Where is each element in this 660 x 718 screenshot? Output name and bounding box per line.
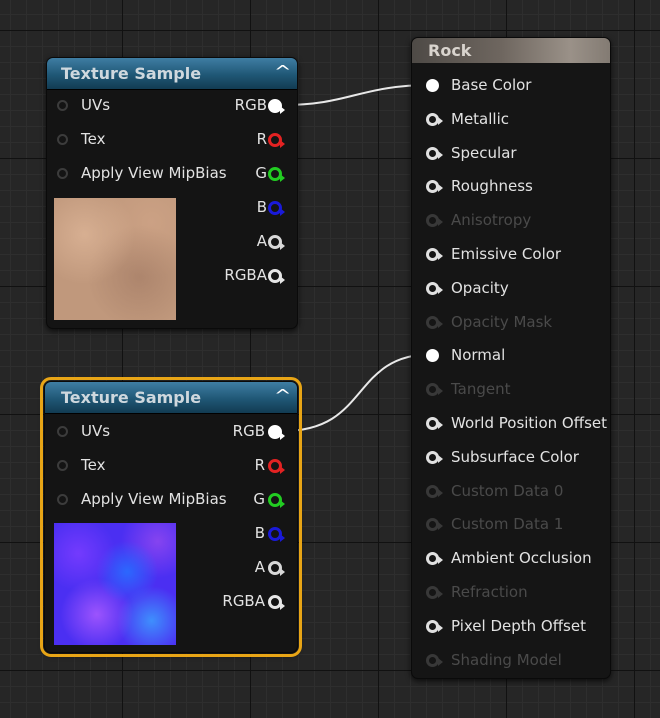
input-pin-icon[interactable] (57, 460, 68, 471)
input-label: Opacity (451, 278, 509, 297)
output-label: RGBA (222, 592, 265, 610)
input-label: Roughness (451, 177, 533, 196)
normal-map-thumbnail (54, 523, 176, 645)
wire-rgb-to-base-color[interactable] (282, 84, 433, 106)
input-pin-icon[interactable] (426, 281, 443, 295)
input-pin-icon[interactable] (426, 349, 439, 363)
collapse-chevron-icon[interactable]: ^ (274, 386, 291, 405)
output-pin-a-icon[interactable] (268, 561, 285, 576)
input-label: Shading Model (451, 650, 562, 669)
input-label: Normal (451, 346, 506, 365)
output-label: G (255, 164, 267, 182)
node-title: Texture Sample (61, 388, 202, 407)
input-pin-icon[interactable] (57, 168, 68, 179)
input-pin-icon (426, 214, 443, 228)
input-label: Custom Data 1 (451, 515, 564, 534)
input-uvs[interactable]: UVs (57, 421, 110, 443)
output-pin-rgba-icon[interactable] (268, 595, 285, 610)
input-pin-icon (426, 586, 443, 599)
output-pin-rgb-icon[interactable] (268, 99, 285, 114)
output-pin-b-icon[interactable] (268, 201, 285, 216)
output-pin-rgba-icon[interactable] (268, 269, 285, 284)
output-label: A (256, 232, 267, 250)
output-label: B (254, 524, 265, 542)
input-pin-icon[interactable] (57, 426, 68, 437)
input-label: Ambient Occlusion (451, 549, 592, 568)
material-node-rock[interactable]: Rock Base Color Metallic Specular Roughness… (411, 37, 611, 679)
output-label: B (256, 198, 267, 216)
input-uvs[interactable]: UVs (57, 95, 110, 117)
input-label: Tex (81, 456, 106, 474)
texture-sample-node-1[interactable]: Texture Sample ^ UVs Tex Apply View MipB… (46, 57, 298, 329)
input-pin-icon[interactable] (426, 417, 443, 430)
output-pin-a-icon[interactable] (268, 235, 285, 250)
material-title: Rock (428, 41, 472, 60)
input-pin-icon (426, 383, 443, 397)
collapse-chevron-icon[interactable]: ^ (274, 62, 291, 81)
input-pin-icon (426, 653, 443, 667)
input-pin-icon (426, 518, 443, 532)
input-pin-icon[interactable] (57, 134, 68, 145)
output-pin-g-icon[interactable] (268, 493, 285, 508)
input-label: Specular (451, 143, 517, 162)
input-pin-icon[interactable] (57, 494, 68, 505)
input-pin-icon[interactable] (426, 79, 439, 92)
output-pin-g-icon[interactable] (268, 167, 285, 182)
node-title: Texture Sample (61, 64, 202, 83)
input-label: Apply View MipBias (81, 164, 227, 182)
input-label: UVs (81, 422, 111, 440)
input-label: Opacity Mask (451, 312, 553, 331)
input-pin-icon[interactable] (426, 619, 443, 633)
output-pin-r-icon[interactable] (268, 459, 285, 474)
input-label: Apply View MipBias (81, 490, 227, 508)
texture-thumbnail (54, 198, 176, 320)
output-pin-rgb-icon[interactable] (268, 425, 285, 440)
node-header[interactable]: Texture Sample ^ (47, 58, 297, 90)
output-label: RGBA (224, 266, 267, 284)
output-label: R (256, 130, 267, 148)
input-label: Tangent (451, 380, 511, 399)
input-label: UVs (81, 96, 111, 114)
input-pin-icon[interactable] (426, 146, 443, 160)
input-label: Metallic (451, 109, 509, 128)
input-pin-icon[interactable] (426, 180, 443, 194)
input-apply-view-mipbias[interactable]: Apply View MipBias (57, 489, 227, 511)
input-tex[interactable]: Tex (57, 455, 105, 477)
output-pin-b-icon[interactable] (268, 527, 285, 542)
input-label: Subsurface Color (451, 447, 579, 466)
input-label: Emissive Color (451, 245, 562, 263)
output-pin-r-icon[interactable] (268, 133, 285, 148)
wire-rgb-to-normal[interactable] (282, 353, 433, 432)
input-pin-icon (426, 484, 443, 498)
input-pin-icon[interactable] (426, 450, 443, 464)
input-pin-icon[interactable] (426, 248, 443, 261)
texture-sample-node-2[interactable]: Texture Sample ^ UVs Tex Apply View MipB… (40, 377, 302, 657)
output-label: RGB (232, 422, 265, 440)
input-pin-icon (426, 315, 443, 329)
input-label: Base Color (451, 76, 532, 94)
input-tex[interactable]: Tex (57, 129, 105, 151)
input-label: Custom Data 0 (451, 481, 564, 500)
output-label: A (254, 558, 265, 576)
node-header[interactable]: Texture Sample ^ (45, 382, 297, 414)
input-label: Tex (81, 130, 106, 148)
input-pin-icon[interactable] (57, 100, 68, 111)
output-label: G (253, 490, 265, 508)
material-header[interactable]: Rock (412, 38, 610, 63)
output-label: RGB (234, 96, 267, 114)
input-label: Anisotropy (451, 211, 532, 230)
input-label: Refraction (451, 583, 528, 601)
input-pin-icon[interactable] (426, 112, 443, 126)
input-apply-view-mipbias[interactable]: Apply View MipBias (57, 163, 227, 185)
input-pin-icon[interactable] (426, 552, 443, 566)
output-label: R (254, 456, 265, 474)
input-label: World Position Offset (451, 414, 607, 432)
input-label: Pixel Depth Offset (451, 616, 586, 635)
